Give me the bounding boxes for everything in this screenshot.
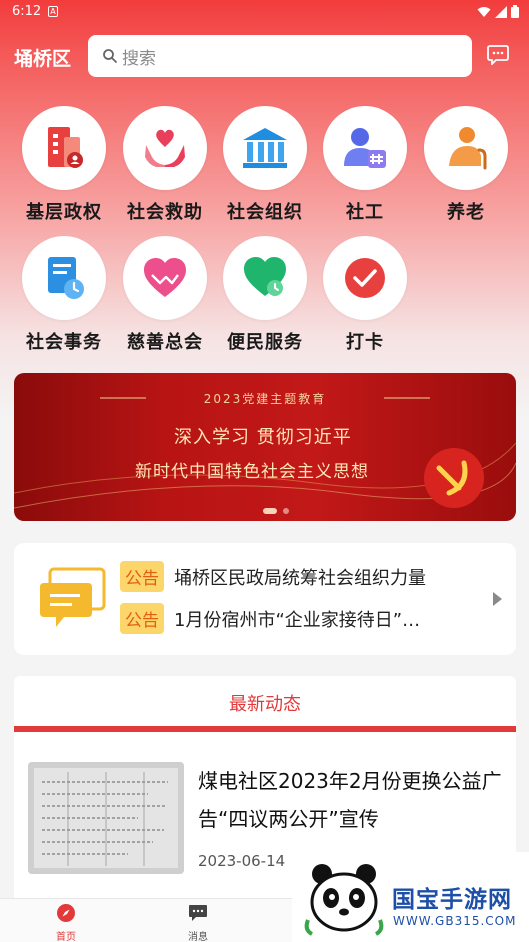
- grid-item-charity[interactable]: 慈善总会: [115, 236, 215, 354]
- document-photo-image: [28, 762, 184, 874]
- news-section-title: 最新动态: [229, 694, 301, 715]
- message-icon: [189, 905, 207, 921]
- notice-item[interactable]: 公告 1月份宿州市“企业家接待日”活动: [120, 603, 436, 634]
- government-building-icon: [48, 127, 83, 168]
- notice-item[interactable]: 公告 埇桥区民政局统筹社会组织力量: [120, 561, 436, 592]
- grid-item-icon-wrap: [22, 236, 106, 320]
- status-bar: 6:12 A: [0, 0, 529, 24]
- banner-pagination: [263, 508, 289, 514]
- notice-chat-icon: [40, 567, 106, 627]
- tab-messages[interactable]: 消息: [168, 903, 228, 942]
- site-watermark: 国宝手游网 WWW.GB315.COM: [292, 852, 529, 942]
- tab-label: 消息: [188, 932, 208, 942]
- chevron-right-icon[interactable]: [492, 592, 502, 606]
- header: 埇桥区 搜索: [0, 34, 529, 80]
- notice-text: 埇桥区民政局统筹社会组织力量: [174, 567, 426, 589]
- news-headline[interactable]: 煤电社区2023年2月份更换公益广告“四议两公开”宣传: [198, 762, 504, 838]
- grid-item-label: 基层政权: [26, 202, 102, 223]
- institution-icon: [243, 128, 287, 168]
- city-selector[interactable]: 埇桥区: [14, 44, 71, 71]
- grid-item-social-assistance[interactable]: 社会救助: [115, 106, 215, 224]
- grid-item-label: 养老: [447, 202, 485, 223]
- convenience-heart-icon: [244, 257, 286, 296]
- social-worker-icon: [344, 128, 386, 168]
- grid-item-social-organization[interactable]: 社会组织: [215, 106, 315, 224]
- grid-item-label: 打卡: [346, 332, 384, 353]
- status-icons: [477, 5, 519, 18]
- tab-home[interactable]: 首页: [36, 903, 96, 942]
- notice-tag: 公告: [120, 603, 164, 634]
- grid-item-icon-wrap: [424, 106, 508, 190]
- grid-item-label: 社工: [346, 202, 384, 223]
- grid-item-label: 慈善总会: [127, 332, 203, 353]
- banner-title-line2: 新时代中国特色社会主义思想: [135, 462, 369, 482]
- heart-hands-icon: [145, 129, 185, 167]
- affairs-clock-icon: [48, 257, 84, 299]
- search-icon: [103, 49, 117, 63]
- grid-item-label: 社会组织: [227, 202, 303, 223]
- notice-board[interactable]: 公告 埇桥区民政局统筹社会组织力量 公告 1月份宿州市“企业家接待日”活动: [14, 543, 516, 655]
- grid-item-label: 便民服务: [227, 332, 303, 353]
- home-compass-icon: [57, 904, 75, 922]
- check-in-icon: [345, 258, 385, 298]
- grid-item-icon-wrap: [123, 106, 207, 190]
- grid-item-label: 社会事务: [26, 332, 102, 353]
- grid-item-convenience-service[interactable]: 便民服务: [215, 236, 315, 354]
- grid-item-icon-wrap: [22, 106, 106, 190]
- grid-item-icon-wrap: [223, 106, 307, 190]
- notice-tag: 公告: [120, 561, 164, 592]
- watermark-brand: 国宝手游网: [392, 887, 512, 913]
- notice-text: 1月份宿州市“企业家接待日”活动: [174, 609, 436, 631]
- notification-a-icon: A: [48, 6, 58, 17]
- news-thumbnail[interactable]: [28, 762, 184, 874]
- search-placeholder: 搜索: [122, 48, 156, 69]
- grid-item-elderly-care[interactable]: 养老: [416, 106, 516, 224]
- pagination-dot-active: [263, 508, 277, 514]
- grid-item-icon-wrap: [123, 236, 207, 320]
- elderly-icon: [449, 127, 487, 170]
- tab-label: 首页: [56, 932, 76, 942]
- banner-subtitle: 2023党建主题教育: [203, 392, 327, 406]
- signal-icon: [495, 5, 507, 18]
- grid-item-check-in[interactable]: 打卡: [315, 236, 415, 354]
- news-date: 2023-06-14: [198, 852, 286, 870]
- status-time: 6:12: [12, 4, 42, 19]
- pagination-dot: [283, 508, 289, 514]
- chat-icon[interactable]: [487, 45, 509, 65]
- grid-item-label: 社会救助: [127, 202, 203, 223]
- panda-logo-icon: [304, 864, 384, 936]
- grid-item-social-affairs[interactable]: 社会事务: [14, 236, 114, 354]
- grid-item-grassroots[interactable]: 基层政权: [14, 106, 114, 224]
- watermark-url: WWW.GB315.COM: [393, 914, 517, 928]
- search-bar[interactable]: 搜索: [88, 35, 472, 77]
- promo-banner[interactable]: 2023党建主题教育 深入学习 贯彻习近平 新时代中国特色社会主义思想: [14, 373, 516, 521]
- wifi-icon: [477, 6, 491, 17]
- grid-item-icon-wrap: [323, 236, 407, 320]
- grid-item-social-worker[interactable]: 社工: [315, 106, 415, 224]
- banner-title-line1: 深入学习 贯彻习近平: [174, 427, 352, 448]
- charity-heart-icon: [144, 258, 186, 297]
- section-divider: [14, 726, 516, 732]
- grid-item-icon-wrap: [223, 236, 307, 320]
- battery-icon: [511, 5, 519, 18]
- grid-item-icon-wrap: [323, 106, 407, 190]
